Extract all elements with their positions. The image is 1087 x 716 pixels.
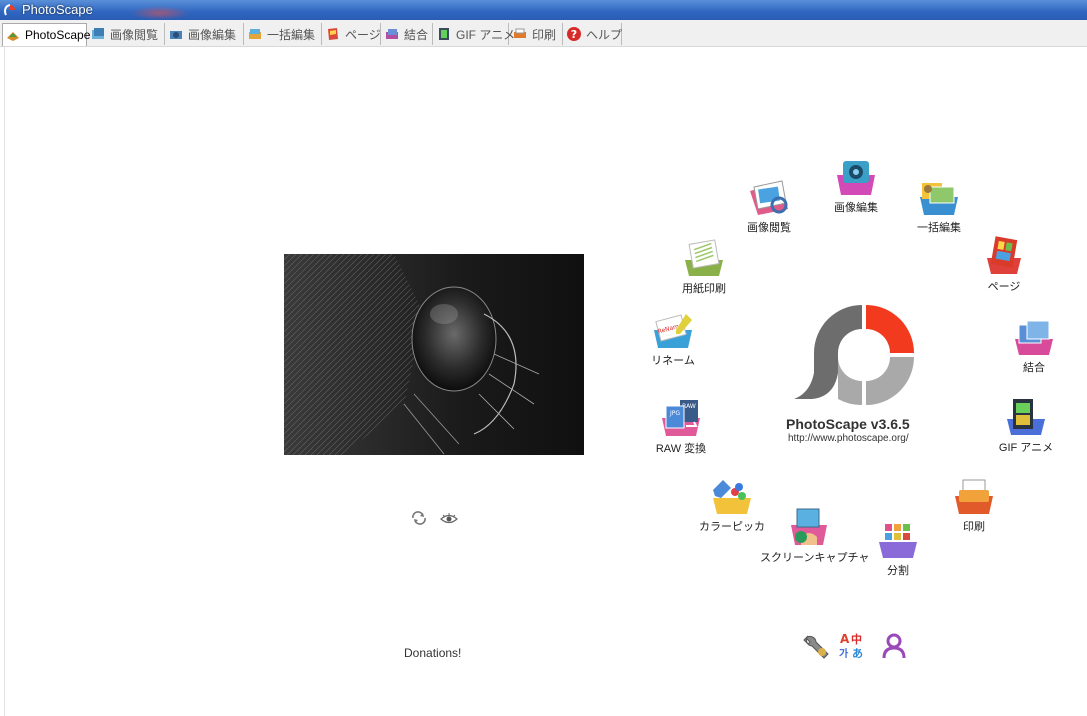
rename-icon: ReName [654,314,692,348]
photoscape-logo [794,305,914,405]
menu-gif-animation[interactable]: GIF アニメ [994,397,1058,455]
tab-label: PhotoScape [25,28,91,42]
gif-animation-icon [439,28,449,40]
svg-text:中: 中 [851,632,862,646]
tab-batch-editor[interactable]: 一括編集 [245,23,322,45]
svg-text:JPG: JPG [669,410,680,417]
eye-icon[interactable] [440,512,458,526]
menu-label: スクリーンキャプチャ [760,552,870,564]
screen-capture-icon [791,508,827,545]
svg-text:가: 가 [839,647,849,659]
splitter-icon [879,524,917,558]
app-version-title: PhotoScape v3.6.5 [786,416,910,432]
tab-viewer[interactable]: 画像閲覧 [88,23,165,45]
tab-label: ヘルプ [586,27,623,42]
page-icon [987,236,1021,274]
menu-page[interactable]: ページ [972,236,1036,294]
website-link[interactable]: http://www.photoscape.org/ [788,433,909,444]
gif-animation-icon [1007,399,1045,435]
background-hint [130,6,190,20]
tab-label: 一括編集 [267,27,316,42]
svg-text:あ: あ [852,647,863,659]
tab-label: ページ [345,27,381,42]
print-icon [955,479,993,514]
photoscape-app-icon [4,4,15,16]
menu-combine[interactable]: 結合 [1004,317,1064,375]
tab-label: 結合 [404,27,429,42]
menu-label: 用紙印刷 [682,283,726,295]
settings-wrench-icon[interactable] [802,632,830,660]
tab-page[interactable]: ページ [323,23,381,45]
tab-label: 画像編集 [188,27,237,42]
batch-editor-icon [249,29,261,39]
tab-combine[interactable]: 結合 [382,23,433,45]
menu-raw-converter[interactable]: RAW JPG RAW 変換 [649,398,713,456]
menu-paper-print[interactable]: 用紙印刷 [670,238,738,296]
page-icon [328,28,338,40]
tab-help[interactable]: ? ヘルプ [564,23,622,45]
photoscape-icon [7,32,19,41]
color-picker-icon [713,480,751,514]
svg-text:?: ? [571,28,577,41]
window-title: PhotoScape [22,2,93,17]
menu-label: カラーピッカ [699,521,765,533]
paper-print-icon [685,239,723,276]
menu-label: 画像編集 [834,202,878,214]
raw-converter-icon: RAW JPG [662,400,700,436]
tab-label: 印刷 [532,27,557,42]
donations-link[interactable]: Donations! [404,646,461,660]
menu-label: 印刷 [963,521,985,533]
editor-icon [837,161,875,195]
refresh-icon[interactable] [410,511,428,525]
batch-editor-icon [920,183,958,215]
menu-editor[interactable]: 画像編集 [824,157,888,215]
combine-icon [1015,320,1053,355]
tab-gif-animation[interactable]: GIF アニメ [434,23,515,45]
menu-splitter[interactable]: 分割 [868,520,928,578]
menu-print[interactable]: 印刷 [944,476,1004,534]
menu-screen-capture[interactable]: スクリーンキャプチャ [760,507,870,565]
featured-photo[interactable] [284,254,584,455]
editor-icon [170,31,182,39]
tab-label: GIF アニメ [456,27,516,42]
menu-label: GIF アニメ [998,442,1054,454]
menu-label: ページ [987,281,1021,293]
combine-icon [386,29,398,39]
menu-label: 一括編集 [917,222,961,234]
tab-bar: PhotoScape 画像閲覧 画像編集 一括編集 ページ 結合 GIF アニメ… [0,20,1087,47]
help-icon: ? [567,27,581,41]
menu-label: リネーム [651,355,695,367]
menu-label: RAW 変換 [655,443,707,455]
print-icon [514,28,526,38]
title-bar: PhotoScape [0,0,1087,20]
language-icon[interactable]: A 中 가 あ [839,631,867,659]
menu-label: 画像閲覧 [747,222,791,234]
menu-rename[interactable]: ReName リネーム [643,310,703,368]
viewer-icon [750,180,788,215]
menu-label: 結合 [1023,362,1045,374]
menu-batch-editor[interactable]: 一括編集 [907,177,971,235]
svg-text:A: A [840,632,850,646]
tab-print[interactable]: 印刷 [510,23,563,45]
tab-editor[interactable]: 画像編集 [166,23,244,45]
tab-label: 画像閲覧 [110,27,159,42]
menu-viewer[interactable]: 画像閲覧 [737,177,801,235]
menu-label: 分割 [887,565,909,577]
user-profile-icon[interactable] [880,632,908,660]
viewer-icon [92,28,104,39]
tab-photoscape[interactable]: PhotoScape [2,23,91,46]
menu-color-picker[interactable]: カラーピッカ [698,476,766,534]
